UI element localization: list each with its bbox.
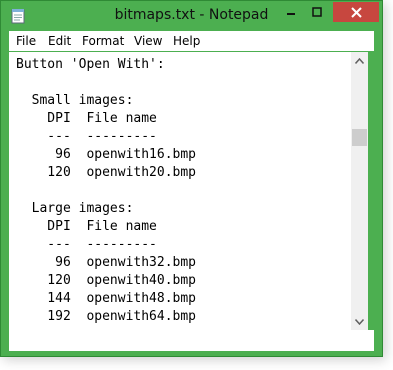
text-line: Small images: (16, 93, 134, 108)
title-bar[interactable]: bitmaps.txt - Notepad (1, 1, 382, 30)
bottom-edge (9, 330, 374, 351)
scroll-down-arrow-icon (355, 318, 364, 325)
menu-bar: File Edit Format View Help (9, 31, 374, 51)
text-line: Button 'Open With': (16, 57, 165, 72)
menu-format[interactable]: Format (82, 34, 124, 48)
vertical-scrollbar[interactable] (351, 52, 368, 330)
text-line: Large images: (16, 201, 134, 216)
scroll-down-button[interactable] (351, 313, 368, 330)
scroll-up-button[interactable] (351, 52, 368, 69)
text-line: 120 openwith40.bmp (16, 273, 197, 288)
menu-edit[interactable]: Edit (48, 34, 71, 48)
close-button[interactable] (333, 2, 379, 22)
text-line: 192 openwith64.bmp (16, 309, 197, 324)
text-line: 96 openwith16.bmp (16, 147, 197, 162)
menu-file[interactable]: File (16, 34, 36, 48)
text-line: 120 openwith20.bmp (16, 165, 197, 180)
close-icon (350, 6, 362, 18)
menu-view[interactable]: View (134, 34, 162, 48)
text-line: 144 openwith48.bmp (16, 291, 197, 306)
text-area[interactable]: Button 'Open With': Small images: DPI Fi… (9, 52, 359, 330)
maximize-icon (312, 7, 322, 17)
text-line: DPI File name (16, 219, 157, 234)
minimize-icon (287, 13, 295, 15)
text-line: --- --------- (16, 129, 157, 144)
minimize-button[interactable] (278, 2, 304, 22)
text-line: --- --------- (16, 237, 157, 252)
menu-help[interactable]: Help (173, 34, 200, 48)
text-line: DPI File name (16, 111, 157, 126)
maximize-button[interactable] (304, 2, 330, 22)
scroll-thumb[interactable] (352, 129, 367, 146)
scroll-up-arrow-icon (355, 57, 364, 64)
notepad-window: bitmaps.txt - Notepad File Edit Format V… (0, 0, 383, 357)
text-line: 96 openwith32.bmp (16, 255, 197, 270)
